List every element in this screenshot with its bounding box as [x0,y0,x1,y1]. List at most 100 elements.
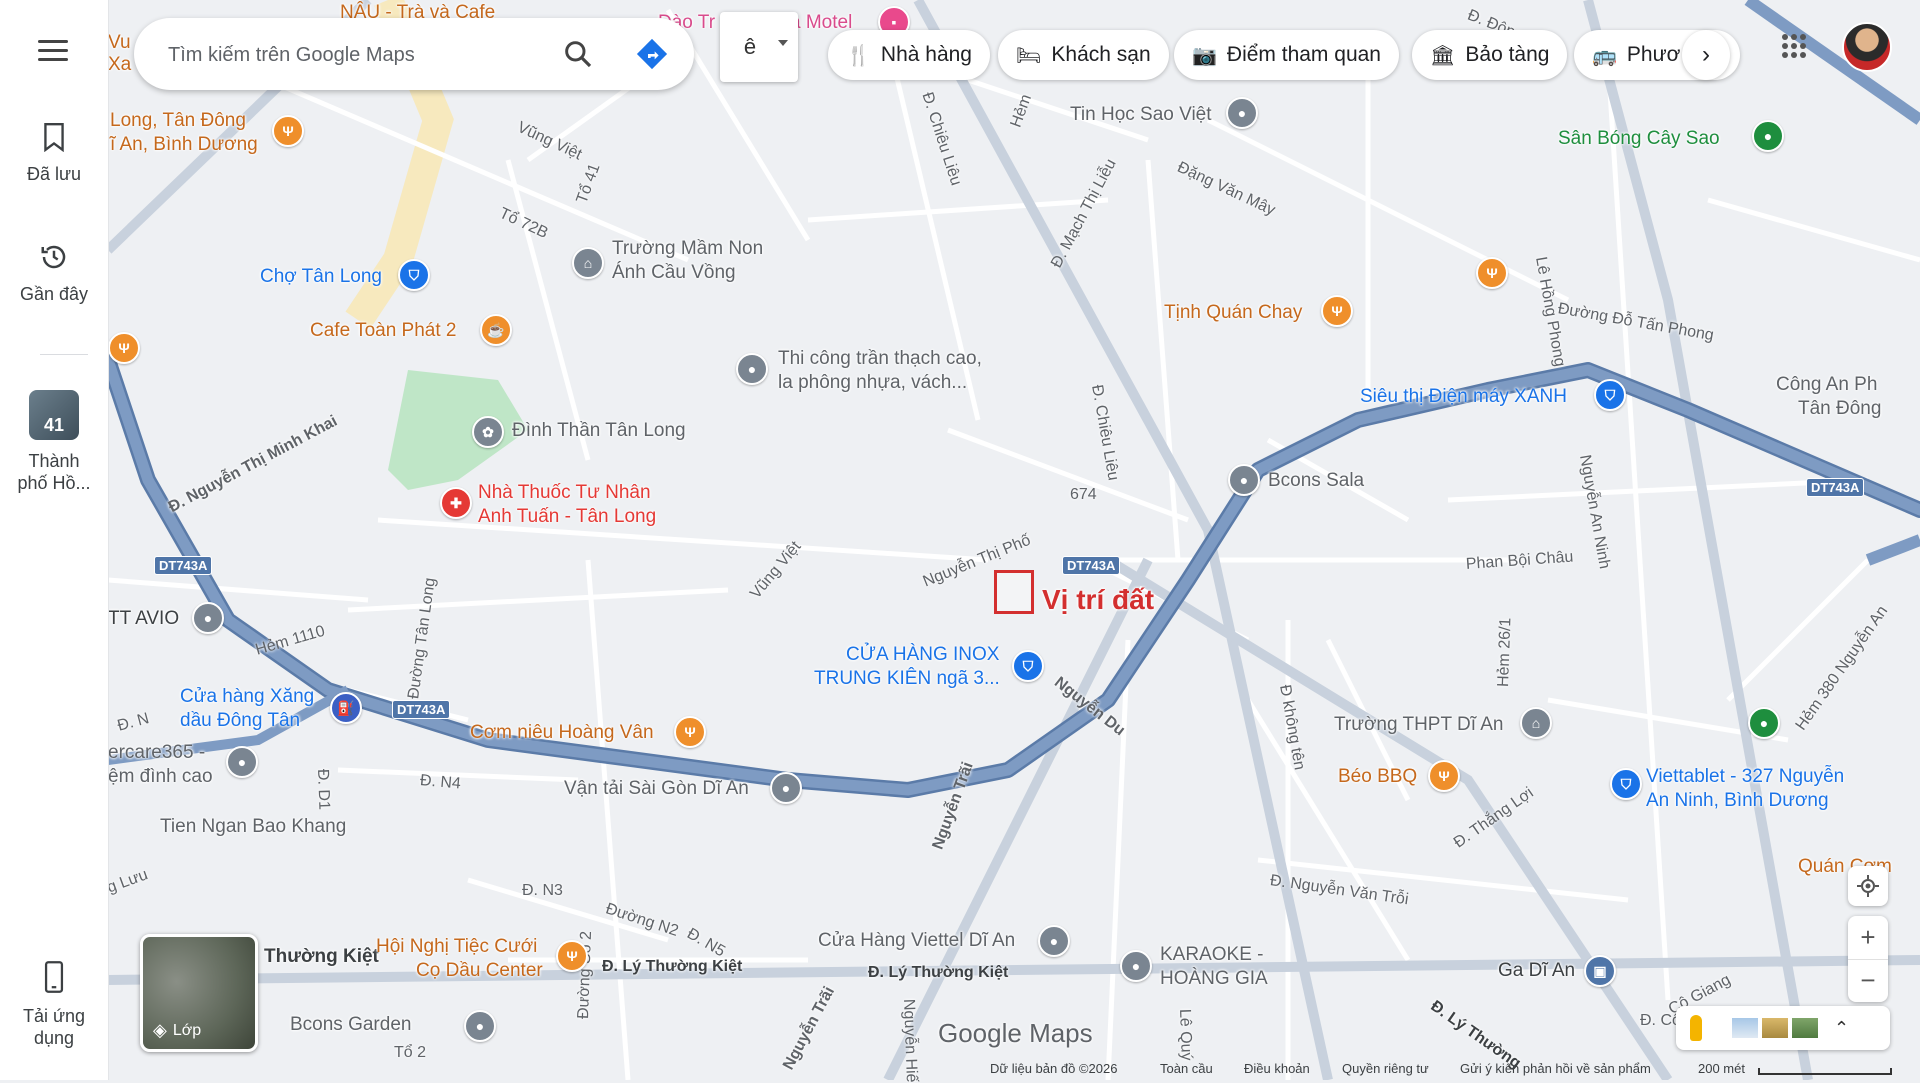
chip-hotels[interactable]: 🛏 Khách sạn [998,30,1169,80]
poi-label[interactable]: CỬA HÀNG INOX [846,644,999,666]
language-dropdown[interactable]: ê [720,12,798,82]
poi-label[interactable]: Cafe Toàn Phát 2 [310,320,456,342]
place-pin-icon[interactable]: ● [192,602,224,634]
land-location-marker[interactable] [994,570,1034,614]
poi-label[interactable]: Tân Đông [1798,398,1881,420]
zoom-in-button[interactable]: + [1848,917,1888,960]
poi-label[interactable]: Tịnh Quán Chay [1164,302,1302,324]
poi-label[interactable]: TRUNG KIÊN ngã 3... [814,668,1000,690]
poi-label[interactable]: Bcons Garden [290,1014,411,1036]
poi-label[interactable]: Sân Bóng Cây Sao [1558,128,1720,150]
poi-label[interactable]: dầu Đông Tân [180,710,300,732]
poi-label[interactable]: ĩ An, Bình Dương [110,134,258,156]
poi-label[interactable]: Vận tải Sài Gòn Dĩ An [564,778,749,800]
imagery-thumbnail-icon[interactable] [1792,1018,1818,1038]
poi-label[interactable]: Nhà Thuốc Tư Nhân [478,482,651,504]
poi-label[interactable]: Đình Thần Tân Long [512,420,686,442]
poi-label[interactable]: ệm đình cao [108,766,213,788]
poi-label[interactable]: KARAOKE - [1160,944,1263,966]
school-pin-icon[interactable]: ⌂ [1520,707,1552,739]
map-canvas[interactable]: DT743A DT743A DT743A DT743A Đ. Đông Thạ … [105,0,1920,1083]
download-app-button[interactable]: Tải ứng dụng [0,960,108,1049]
poi-label[interactable]: Chợ Tân Long [260,266,382,288]
poi-label[interactable]: HOÀNG GIA [1160,968,1268,990]
place-pin-icon[interactable]: ● [736,353,768,385]
poi-label[interactable]: a Motel [790,12,852,34]
my-location-button[interactable] [1848,866,1888,906]
footer-feedback-link[interactable]: Gửi ý kiến phản hồi về sản phẩm [1460,1061,1651,1076]
poi-label[interactable]: Béo BBQ [1338,766,1417,788]
poi-label[interactable]: Xa [108,54,131,76]
poi-label[interactable]: Thi công trần thạch cao, [778,348,982,370]
poi-label[interactable]: Ánh Cầu Vồng [612,262,736,284]
apps-grid-icon[interactable] [1782,34,1806,58]
footer-global-link[interactable]: Toàn cầu [1160,1061,1213,1076]
restaurant-pin-icon[interactable]: Ψ [1428,760,1460,792]
imagery-thumbnail-icon[interactable] [1732,1018,1758,1038]
poi-label[interactable]: Tin Học Sao Việt [1070,104,1212,126]
chip-attractions[interactable]: 📷 Điểm tham quan [1174,30,1399,80]
place-pin-icon[interactable]: ● [1120,950,1152,982]
poi-label[interactable]: Trường Mầm Non [612,238,763,260]
park-pin-icon[interactable]: ● [1748,707,1780,739]
poi-label[interactable]: Thường Kiệt [264,946,379,968]
layer-button[interactable]: ◈ Lớp [140,934,258,1052]
poi-label[interactable]: Anh Tuấn - Tân Long [478,506,656,528]
poi-label[interactable]: Hội Nghị Tiệc Cưới [376,936,537,958]
train-station-pin-icon[interactable]: ▣ [1584,955,1616,987]
chevron-up-icon[interactable]: ⌃ [1834,1018,1849,1039]
temple-pin-icon[interactable]: ✿ [472,416,504,448]
poi-label[interactable]: Bcons Sala [1268,470,1364,492]
poi-label[interactable]: Cửa Hàng Viettel Dĩ An [818,930,1015,952]
restaurant-pin-icon[interactable]: Ψ [272,115,304,147]
footer-scale-label[interactable]: 200 mét [1698,1061,1745,1076]
poi-label[interactable]: Trường THPT Dĩ An [1334,714,1504,736]
poi-label[interactable]: Ga Dĩ An [1498,960,1575,982]
search-icon[interactable] [562,38,594,75]
directions-icon[interactable] [636,38,668,75]
restaurant-pin-icon[interactable]: Ψ [674,716,706,748]
place-pin-icon[interactable]: ● [226,746,258,778]
poi-label[interactable]: ercare365 - [108,742,205,764]
recent-button[interactable]: Gần đây [0,242,108,305]
gas-station-pin-icon[interactable]: ⛽ [330,692,362,724]
footer-privacy-link[interactable]: Quyền riêng tư [1342,1061,1429,1076]
restaurant-pin-icon[interactable]: Ψ [556,940,588,972]
chip-museums[interactable]: 🏛 Bảo tàng [1412,30,1568,80]
footer-terms-link[interactable]: Điều khoản [1244,1061,1310,1076]
chip-restaurants[interactable]: 🍴 Nhà hàng [828,30,990,80]
shopping-pin-icon[interactable]: ⛉ [1012,650,1044,682]
poi-label[interactable]: Cửa hàng Xăng [180,686,314,708]
saved-button[interactable]: Đã lưu [0,122,108,185]
restaurant-pin-icon[interactable]: Ψ [1321,295,1353,327]
pharmacy-pin-icon[interactable]: ✚ [440,487,472,519]
school-pin-icon[interactable]: ⌂ [572,247,604,279]
poi-label[interactable]: Viettablet - 327 Nguyễn [1646,766,1844,788]
pegman-icon[interactable] [1690,1015,1702,1041]
avatar[interactable] [1842,22,1892,72]
place-pin-icon[interactable]: ● [464,1010,496,1042]
shopping-pin-icon[interactable]: ⛉ [1610,768,1642,800]
imagery-thumbnail-icon[interactable] [1762,1018,1788,1038]
poi-label[interactable]: Siêu thị Điện máy XANH [1360,386,1567,408]
recent-place-item[interactable]: 41 Thành phố Hồ... [0,390,108,494]
poi-label[interactable]: Tien Ngan Bao Khang [160,816,346,838]
chips-next-button[interactable]: › [1682,30,1730,80]
poi-label[interactable]: Công An Ph [1776,374,1877,396]
poi-label[interactable]: Vu [108,32,131,54]
poi-label[interactable]: Cọ Dầu Center [416,960,543,982]
zoom-out-button[interactable]: − [1848,960,1888,1002]
restaurant-pin-icon[interactable]: Ψ [108,332,140,364]
search-input[interactable] [166,38,570,72]
place-pin-icon[interactable]: ● [1226,97,1258,129]
poi-label[interactable]: An Ninh, Bình Dương [1646,790,1829,812]
place-pin-icon[interactable]: ● [1228,464,1260,496]
poi-label[interactable]: Cơm niêu Hoàng Vân [470,722,654,744]
shopping-pin-icon[interactable]: ⛉ [1594,379,1626,411]
poi-label[interactable]: la phông nhựa, vách... [778,372,967,394]
sports-pin-icon[interactable]: ● [1752,120,1784,152]
shopping-pin-icon[interactable]: ⛉ [398,259,430,291]
place-pin-icon[interactable]: ● [1038,925,1070,957]
poi-label[interactable]: Long, Tân Đông [110,110,246,132]
poi-label[interactable]: TT AVIO [108,608,179,630]
